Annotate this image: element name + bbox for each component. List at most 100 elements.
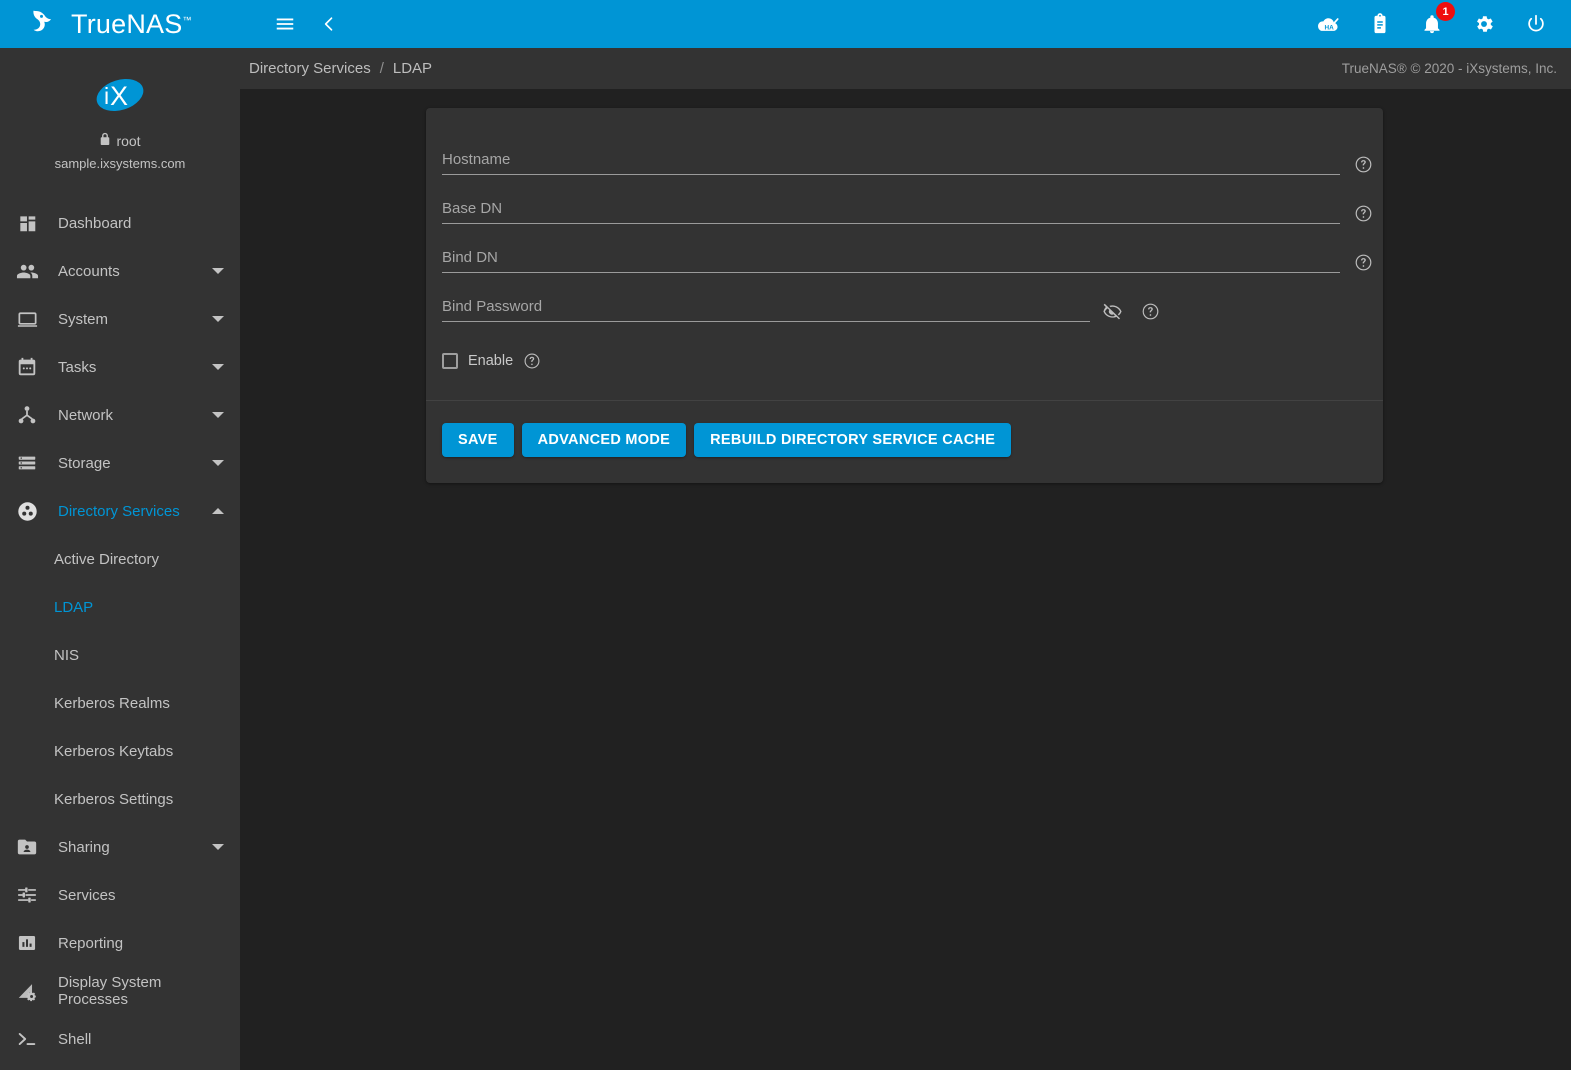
reporting-chart-icon — [14, 930, 40, 956]
dashboard-icon — [14, 210, 40, 236]
sidebar-item-label: Directory Services — [58, 502, 180, 520]
sidebar-item-label: Sharing — [58, 838, 110, 856]
sidebar-item-label: Network — [58, 406, 114, 424]
enable-checkbox-row[interactable]: Enable — [442, 352, 1367, 370]
help-circle-icon[interactable] — [523, 352, 541, 370]
hostname-field[interactable]: Hostname — [442, 134, 1371, 183]
base-dn-field[interactable]: Base DN — [442, 183, 1371, 232]
network-icon — [14, 402, 40, 428]
svg-text:i: i — [104, 83, 109, 109]
sidebar-item-label: Reporting — [58, 934, 124, 952]
sidebar-item-reporting[interactable]: Reporting — [0, 919, 240, 967]
profile-hostname: sample.ixsystems.com — [54, 156, 186, 171]
save-button[interactable]: SAVE — [442, 423, 514, 457]
ldap-form: Hostname Base DN Bind DN Bind Password E… — [426, 108, 1383, 400]
bell-icon[interactable]: 1 — [1419, 2, 1455, 37]
truenas-mark-icon — [30, 8, 62, 41]
sidebar-subitem-label: Kerberos Settings — [54, 790, 174, 808]
enable-checkbox-label: Enable — [468, 353, 514, 369]
sidebar-subitem-label: Kerberos Keytabs — [54, 742, 174, 760]
sidebar-subitem-nis[interactable]: NIS — [0, 631, 240, 679]
topbar-right-actions: HA 1 — [1315, 2, 1571, 37]
field-underline — [442, 272, 1340, 273]
enable-checkbox[interactable] — [442, 353, 458, 369]
sidebar-item-system[interactable]: System — [0, 295, 240, 343]
field-underline — [442, 174, 1340, 175]
sidebar-item-dashboard[interactable]: Dashboard — [0, 199, 240, 247]
eye-off-icon[interactable] — [1101, 300, 1123, 322]
bind-dn-field[interactable]: Bind DN — [442, 232, 1371, 281]
chevron-down-icon[interactable] — [212, 844, 224, 850]
sidebar-subitem-kerberos-realms[interactable]: Kerberos Realms — [0, 679, 240, 727]
storage-icon — [14, 450, 40, 476]
sidebar-item-network[interactable]: Network — [0, 391, 240, 439]
notification-badge: 1 — [1436, 2, 1455, 21]
sidebar-item-label: Storage — [58, 454, 111, 472]
system-processes-icon — [14, 978, 40, 1004]
ix-logo: i X — [92, 74, 148, 116]
help-circle-icon[interactable] — [1352, 202, 1374, 224]
hamburger-menu-icon[interactable] — [272, 11, 298, 37]
ldap-settings-card: Hostname Base DN Bind DN Bind Password E… — [426, 108, 1383, 483]
sidebar-subitem-active-directory[interactable]: Active Directory — [0, 535, 240, 583]
svg-text:X: X — [110, 81, 128, 111]
clipboard-icon[interactable] — [1367, 11, 1393, 37]
accounts-icon — [14, 258, 40, 284]
brand-logo[interactable]: TrueNAS™ — [0, 0, 240, 48]
help-circle-icon[interactable] — [1352, 251, 1374, 273]
sidebar-item-display-system-processes[interactable]: Display System Processes — [0, 967, 240, 1015]
breadcrumb-root[interactable]: Directory Services — [249, 60, 371, 77]
gear-icon[interactable] — [1471, 11, 1497, 37]
sidebar-subitem-label: NIS — [54, 646, 80, 664]
chevron-left-icon[interactable] — [316, 11, 342, 37]
sidebar-subitem-ldap[interactable]: LDAP — [0, 583, 240, 631]
ha-status-icon[interactable]: HA — [1315, 11, 1341, 37]
tasks-calendar-icon — [14, 354, 40, 380]
sidebar-item-sharing[interactable]: Sharing — [0, 823, 240, 871]
services-sliders-icon — [14, 882, 40, 908]
shell-terminal-icon — [14, 1026, 40, 1052]
sidebar-subitem-label: LDAP — [54, 598, 94, 616]
chevron-up-icon[interactable] — [212, 508, 224, 514]
rebuild-directory-service-cache-button[interactable]: REBUILD DIRECTORY SERVICE CACHE — [694, 423, 1012, 457]
field-underline — [442, 223, 1340, 224]
advanced-mode-button[interactable]: ADVANCED MODE — [521, 423, 687, 457]
profile-username: root — [116, 132, 141, 149]
sidebar-item-shell[interactable]: Shell — [0, 1015, 240, 1063]
sidebar-profile: i X root sample.ixsystems.com — [0, 48, 240, 185]
base-dn-input[interactable] — [442, 200, 1332, 222]
sidebar-item-label: Accounts — [58, 262, 120, 280]
bind-password-field[interactable]: Bind Password — [442, 281, 1367, 330]
sidebar-subitem-label: Active Directory — [54, 550, 160, 568]
sidebar-subitem-kerberos-keytabs[interactable]: Kerberos Keytabs — [0, 727, 240, 775]
trademark-symbol: ™ — [182, 14, 192, 25]
sidebar-item-accounts[interactable]: Accounts — [0, 247, 240, 295]
sidebar-subitem-label: Kerberos Realms — [54, 694, 170, 712]
help-circle-icon[interactable] — [1139, 300, 1161, 322]
bind-password-input[interactable] — [442, 298, 1082, 320]
chevron-down-icon[interactable] — [212, 268, 224, 274]
chevron-down-icon[interactable] — [212, 412, 224, 418]
main-content: Directory Services / LDAP TrueNAS® © 202… — [240, 48, 1571, 1070]
sharing-folder-icon — [14, 834, 40, 860]
field-underline — [442, 321, 1090, 322]
directory-services-icon — [14, 498, 40, 524]
svg-text:HA: HA — [1325, 25, 1335, 32]
sidebar-item-storage[interactable]: Storage — [0, 439, 240, 487]
hostname-input[interactable] — [442, 151, 1332, 173]
chevron-down-icon[interactable] — [212, 364, 224, 370]
help-circle-icon[interactable] — [1352, 153, 1374, 175]
breadcrumb: Directory Services / LDAP — [249, 60, 432, 77]
sidebar-item-label: Tasks — [58, 358, 97, 376]
power-icon[interactable] — [1523, 11, 1549, 37]
chevron-down-icon[interactable] — [212, 316, 224, 322]
sidebar-item-tasks[interactable]: Tasks — [0, 343, 240, 391]
sidebar-item-directory-services[interactable]: Directory Services — [0, 487, 240, 535]
sidebar-subitem-kerberos-settings[interactable]: Kerberos Settings — [0, 775, 240, 823]
chevron-down-icon[interactable] — [212, 460, 224, 466]
bind-dn-input[interactable] — [442, 249, 1332, 271]
breadcrumb-separator: / — [379, 60, 384, 77]
sidebar-item-services[interactable]: Services — [0, 871, 240, 919]
profile-username-row: root — [0, 132, 240, 149]
sidebar-item-label: Display System Processes — [58, 974, 162, 1008]
